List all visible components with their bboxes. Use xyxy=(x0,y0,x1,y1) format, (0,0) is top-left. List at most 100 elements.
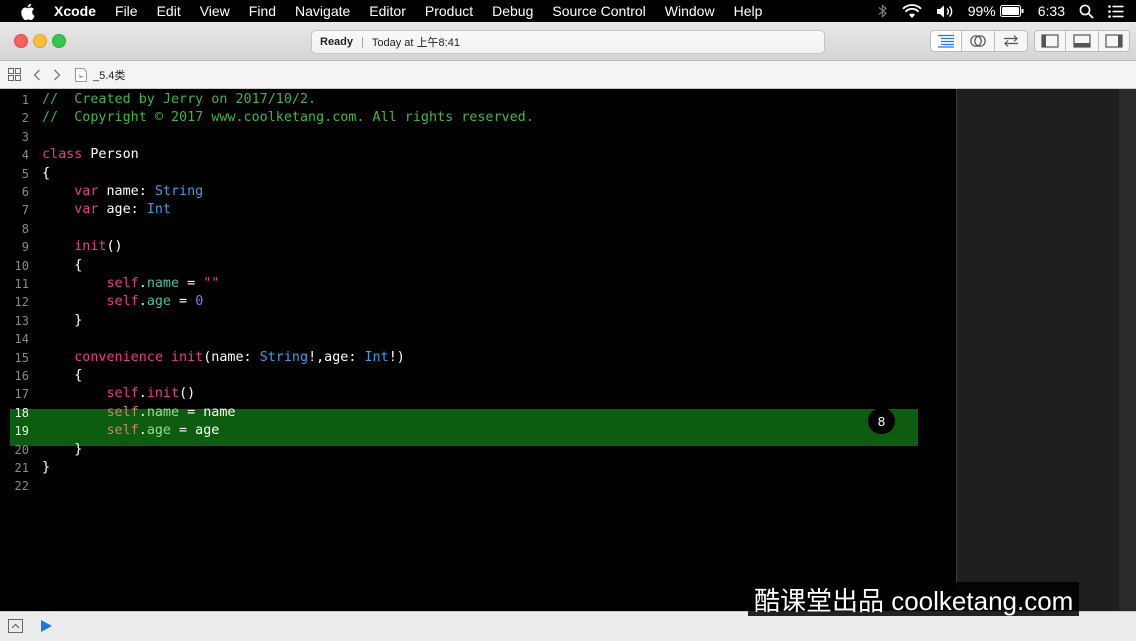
toggle-debug-area-button[interactable] xyxy=(1065,30,1099,52)
code-token: !) xyxy=(388,349,405,365)
code-line[interactable]: 12 self.age = 0 xyxy=(0,293,956,311)
minimize-window-button[interactable] xyxy=(33,34,47,48)
jump-bar: _5.4类 xyxy=(0,61,1136,89)
code-line[interactable]: 2 // Copyright © 2017 www.coolketang.com.… xyxy=(0,109,956,127)
code-line[interactable]: 4 class Person xyxy=(0,146,956,164)
line-number[interactable]: 9 xyxy=(0,238,29,256)
toggle-navigator-button[interactable] xyxy=(1034,30,1066,52)
code-token: Int xyxy=(146,202,171,218)
code-line[interactable]: 17 self.init() xyxy=(0,385,956,403)
battery-icon xyxy=(999,5,1024,17)
code-line[interactable]: 22 xyxy=(0,477,956,495)
menu-editor[interactable]: Editor xyxy=(369,3,406,19)
line-number[interactable]: 15 xyxy=(0,349,29,367)
code-line[interactable]: 13 } xyxy=(0,312,956,330)
menu-find[interactable]: Find xyxy=(249,3,276,19)
menu-debug[interactable]: Debug xyxy=(492,3,533,19)
line-number[interactable]: 10 xyxy=(0,257,29,275)
line-number[interactable]: 7 xyxy=(0,201,29,219)
menu-file[interactable]: File xyxy=(115,3,138,19)
code-token: 0 xyxy=(195,294,204,310)
line-number[interactable]: 12 xyxy=(0,293,29,311)
menu-xcode[interactable]: Xcode xyxy=(54,3,96,19)
volume-icon[interactable] xyxy=(936,4,954,19)
zoom-window-button[interactable] xyxy=(52,34,66,48)
hide-debug-area-icon[interactable] xyxy=(8,619,23,638)
menu-view[interactable]: View xyxy=(200,3,230,19)
menu-clock[interactable]: 6:33 xyxy=(1038,3,1065,19)
line-number[interactable]: 20 xyxy=(0,441,29,459)
code-line[interactable]: 3 xyxy=(0,128,956,146)
menu-help[interactable]: Help xyxy=(734,3,763,19)
line-number[interactable]: 8 xyxy=(0,220,29,238)
bluetooth-icon[interactable] xyxy=(878,3,888,19)
code-line[interactable]: 9 init() xyxy=(0,238,956,256)
code-line[interactable]: 5{ xyxy=(0,165,956,183)
code-line[interactable]: 10 { xyxy=(0,257,956,275)
standard-editor-button[interactable] xyxy=(930,30,962,52)
code-line[interactable]: 11 self.name = "" xyxy=(0,275,956,293)
back-chevron-icon[interactable] xyxy=(33,69,41,81)
code-text: var age: Int xyxy=(42,201,171,219)
code-line[interactable]: 18 self.name = name xyxy=(0,404,956,422)
line-number[interactable]: 19 xyxy=(0,422,29,440)
code-line[interactable]: 19 self.age = age xyxy=(0,422,956,440)
code-line[interactable]: 6 var name: String xyxy=(0,183,956,201)
line-number[interactable]: 3 xyxy=(0,128,29,146)
toggle-utilities-button[interactable] xyxy=(1098,30,1130,52)
code-line[interactable]: 20 } xyxy=(0,441,956,459)
code-line[interactable]: 14 xyxy=(0,330,956,348)
battery-indicator[interactable]: 99% xyxy=(968,3,1024,19)
line-number[interactable]: 17 xyxy=(0,385,29,403)
line-number[interactable]: 22 xyxy=(0,477,29,495)
version-editor-button[interactable] xyxy=(994,30,1028,52)
line-number[interactable]: 21 xyxy=(0,459,29,477)
line-number[interactable]: 6 xyxy=(0,183,29,201)
code-line[interactable]: 16 { xyxy=(0,367,956,385)
code-token: { xyxy=(42,165,51,181)
notification-center-icon[interactable] xyxy=(1108,4,1124,18)
assistant-editor-button[interactable] xyxy=(961,30,995,52)
code-token: { xyxy=(42,368,83,383)
minimap-content xyxy=(957,89,1119,611)
line-number[interactable]: 13 xyxy=(0,312,29,330)
editor-minimap[interactable] xyxy=(956,89,1136,611)
code-line[interactable]: 8 xyxy=(0,220,956,238)
line-number[interactable]: 16 xyxy=(0,367,29,385)
spotlight-search-icon[interactable] xyxy=(1079,4,1094,19)
line-number[interactable]: 1 xyxy=(0,91,29,109)
line-number[interactable]: 18 xyxy=(0,404,29,422)
source-editor[interactable]: 1 // Created by Jerry on 2017/10/2. 2 // Co… xyxy=(0,89,956,611)
code-line[interactable]: 21} xyxy=(0,459,956,477)
line-number[interactable]: 5 xyxy=(0,165,29,183)
related-items-icon[interactable] xyxy=(8,68,21,81)
continue-program-icon[interactable] xyxy=(40,619,53,638)
code-token: (name: xyxy=(203,349,260,365)
line-number[interactable]: 14 xyxy=(0,330,29,348)
code-text: // Created by Jerry on 2017/10/2. xyxy=(42,91,316,109)
menu-navigate[interactable]: Navigate xyxy=(295,3,350,19)
line-number[interactable]: 11 xyxy=(0,275,29,293)
line-number[interactable]: 2 xyxy=(0,109,29,127)
line-number[interactable]: 4 xyxy=(0,146,29,164)
menu-window[interactable]: Window xyxy=(665,3,715,19)
code-token: name: xyxy=(98,184,155,199)
menu-source-control[interactable]: Source Control xyxy=(552,3,645,19)
code-line[interactable]: 15 convenience init(name: String!,age: I… xyxy=(0,349,956,367)
wifi-icon[interactable] xyxy=(902,3,922,19)
apple-menu-icon[interactable] xyxy=(20,3,38,20)
code-token: self xyxy=(106,276,139,291)
code-line[interactable]: 7 var age: Int xyxy=(0,201,956,219)
code-line[interactable]: 1 // Created by Jerry on 2017/10/2. xyxy=(0,91,956,109)
menu-product[interactable]: Product xyxy=(425,3,473,19)
close-window-button[interactable] xyxy=(14,34,28,48)
jumpbar-file-name[interactable]: _5.4类 xyxy=(93,67,125,83)
step-badge: 8 xyxy=(868,408,895,434)
menu-edit[interactable]: Edit xyxy=(157,3,181,19)
forward-chevron-icon[interactable] xyxy=(53,69,61,81)
build-timestamp: Today at 上午8:41 xyxy=(371,37,460,49)
